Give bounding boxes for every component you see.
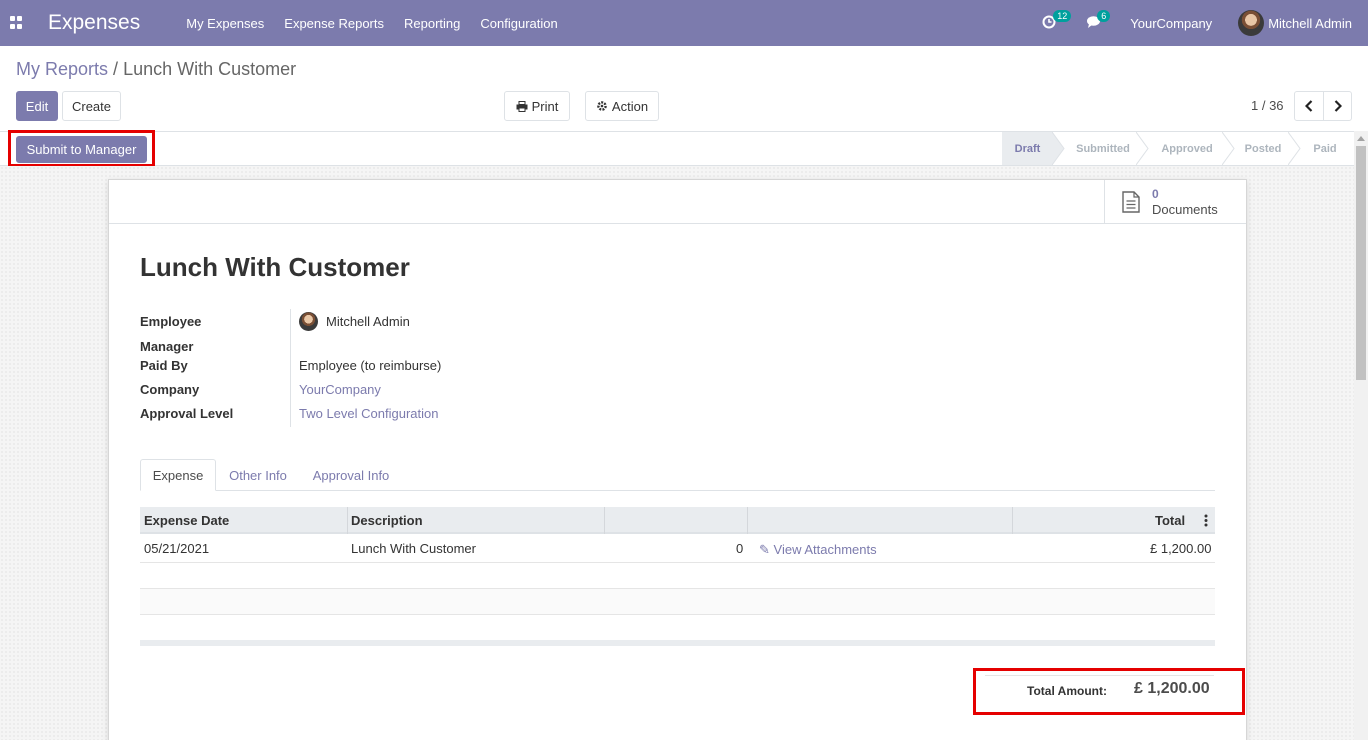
- breadcrumb-current: Lunch With Customer: [123, 59, 297, 79]
- table-footer: [140, 640, 1215, 646]
- pager-previous-button[interactable]: [1294, 91, 1324, 121]
- notebook-tabs: Expense Other Info Approval Info: [140, 459, 1215, 491]
- field-divider: [290, 309, 291, 427]
- record-title: Lunch With Customer: [140, 252, 410, 282]
- pager-next-button[interactable]: [1323, 91, 1352, 121]
- menu-expense-reports[interactable]: Expense Reports: [284, 16, 384, 31]
- row-divider: [140, 614, 1215, 615]
- avatar: [1238, 10, 1265, 36]
- breadcrumb-my-reports[interactable]: My Reports: [16, 59, 108, 79]
- documents-count: 0: [1152, 186, 1159, 201]
- manager-label: Manager: [140, 339, 194, 354]
- stage-arrow: [1136, 132, 1149, 165]
- user-menu[interactable]: Mitchell Admin: [1238, 10, 1352, 36]
- chevron-right-icon: [1334, 100, 1342, 112]
- highlight-submit-button: [8, 130, 155, 167]
- printer-icon: [516, 100, 528, 112]
- highlight-total-amount: [973, 668, 1245, 715]
- row-quantity: 0: [736, 541, 744, 556]
- app-title[interactable]: Expenses: [48, 11, 140, 35]
- company-label: Company: [140, 382, 200, 397]
- paid-by-value: Employee (to reimburse): [299, 358, 442, 373]
- employee-value[interactable]: Mitchell Admin: [326, 314, 410, 329]
- stage-submitted[interactable]: Submitted: [1064, 132, 1142, 165]
- action-label: Action: [611, 98, 649, 114]
- column-divider: [347, 507, 348, 534]
- top-navbar: Expenses My Expenses Expense Reports Rep…: [0, 0, 1368, 46]
- tab-expense[interactable]: Expense: [140, 459, 216, 491]
- column-divider: [1012, 507, 1013, 534]
- breadcrumb: My Reports / Lunch With Customer: [16, 59, 296, 80]
- form-sheet: 0 Documents Lunch With Customer Employee…: [108, 179, 1247, 740]
- scroll-up-icon[interactable]: [1357, 136, 1365, 141]
- row-expense-date: 05/21/2021: [144, 541, 210, 556]
- document-icon: [1122, 190, 1140, 213]
- employee-label: Employee: [140, 314, 202, 329]
- apps-menu-icon[interactable]: [10, 16, 24, 30]
- view-attachments-link[interactable]: ✎ View Attachments: [759, 542, 877, 558]
- paperclip-icon: ✎: [759, 542, 770, 557]
- action-button[interactable]: Action: [585, 91, 659, 121]
- tab-approval-info[interactable]: Approval Info: [303, 459, 399, 491]
- menu-my-expenses[interactable]: My Expenses: [186, 16, 264, 31]
- stage-paid[interactable]: Paid: [1302, 132, 1348, 165]
- row-divider: [140, 562, 1215, 563]
- messages-badge: 6: [1097, 10, 1111, 22]
- activity-badge: 12: [1053, 10, 1072, 22]
- documents-label: Documents: [1152, 201, 1218, 217]
- stage-approved[interactable]: Approved: [1150, 132, 1224, 165]
- view-attachments-label: View Attachments: [773, 542, 877, 557]
- company-switcher[interactable]: YourCompany: [1130, 16, 1212, 31]
- paid-by-label: Paid By: [140, 358, 188, 373]
- column-description[interactable]: Description: [351, 507, 423, 534]
- create-button[interactable]: Create: [62, 91, 121, 121]
- pager-value[interactable]: 1 / 36: [1251, 98, 1284, 113]
- stage-draft: Draft: [1002, 132, 1053, 165]
- employee-avatar: [299, 312, 318, 331]
- row-total: £ 1,200.00: [1150, 541, 1212, 556]
- menu-reporting[interactable]: Reporting: [404, 16, 460, 31]
- print-button[interactable]: Print: [504, 91, 570, 121]
- tab-other-info[interactable]: Other Info: [220, 459, 296, 491]
- activity-button[interactable]: 12: [1042, 10, 1072, 31]
- empty-row: [140, 589, 1215, 614]
- gear-icon: [597, 101, 607, 111]
- scrollbar-thumb[interactable]: [1356, 146, 1366, 380]
- menu-configuration[interactable]: Configuration: [480, 16, 557, 31]
- expense-table-header: Expense Date Description Total: [140, 507, 1215, 534]
- edit-button[interactable]: Edit: [16, 91, 58, 121]
- column-divider: [747, 507, 748, 534]
- approval-level-label: Approval Level: [140, 406, 234, 421]
- smart-button-box: 0 Documents: [109, 180, 1246, 224]
- column-divider: [604, 507, 605, 534]
- row-description: Lunch With Customer: [351, 541, 476, 556]
- chevron-left-icon: [1305, 100, 1313, 112]
- stage-arrow: [1288, 132, 1301, 165]
- vertical-scrollbar[interactable]: [1354, 131, 1368, 740]
- user-name: Mitchell Admin: [1268, 15, 1352, 31]
- company-value[interactable]: YourCompany: [299, 382, 381, 397]
- messages-button[interactable]: 6: [1086, 10, 1111, 31]
- column-expense-date[interactable]: Expense Date: [144, 507, 229, 534]
- print-label: Print: [531, 98, 559, 114]
- breadcrumb-separator: /: [113, 59, 119, 79]
- approval-level-value[interactable]: Two Level Configuration: [299, 406, 438, 421]
- column-total[interactable]: Total: [1155, 507, 1185, 534]
- optional-columns-icon[interactable]: [1204, 514, 1208, 527]
- status-bar: Submit to Manager Draft Submitted Approv…: [0, 131, 1354, 166]
- documents-smart-button[interactable]: 0 Documents: [1104, 180, 1246, 223]
- stage-posted[interactable]: Posted: [1234, 132, 1292, 165]
